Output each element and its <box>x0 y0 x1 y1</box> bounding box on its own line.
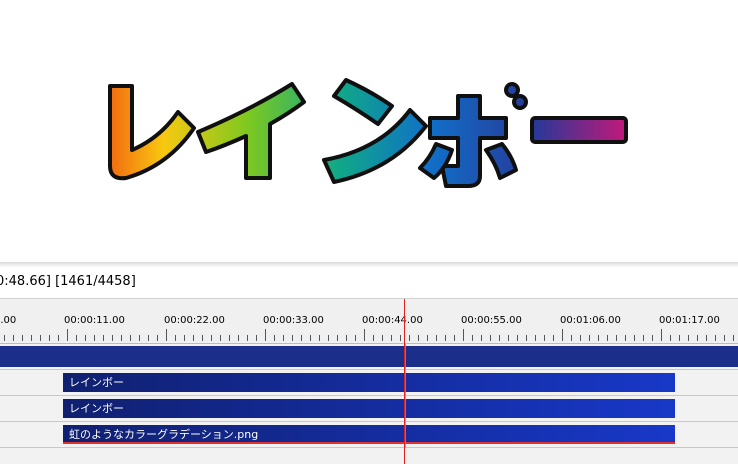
preview-canvas[interactable] <box>0 0 738 262</box>
ruler-label: 00:00:44.00 <box>362 315 423 326</box>
ruler-label: 00:01:17.00 <box>659 315 720 326</box>
scene-object-bar[interactable] <box>0 346 738 367</box>
ruler-label: 00:00:11.00 <box>64 315 125 326</box>
clip-selection-underline <box>63 442 675 444</box>
ruler-label: 00:00:33.00 <box>263 315 324 326</box>
layer-row-3[interactable]: 虹のようなカラーグラデーション.png <box>0 422 738 448</box>
layer-row-4[interactable] <box>0 448 738 464</box>
layer-row-2[interactable]: レインボー <box>0 396 738 422</box>
ruler-label: 00:01:06.00 <box>560 315 621 326</box>
timeline-status-bar: 0:48.66] [1461/4458] <box>0 268 738 299</box>
layer-row-1[interactable]: レインボー <box>0 370 738 396</box>
ruler-label: 00:00:55.00 <box>461 315 522 326</box>
playhead-cursor[interactable] <box>404 299 405 464</box>
preview-text-graphic <box>108 78 628 188</box>
text-object-clip[interactable]: レインボー <box>63 399 675 418</box>
time-ruler[interactable]: 0.00 00:00:11.00 00:00:22.00 00:00:33.00… <box>0 299 738 344</box>
image-object-clip[interactable]: 虹のようなカラーグラデーション.png <box>63 425 675 444</box>
ruler-label: 00:00:22.00 <box>164 315 225 326</box>
image-clip-label: 虹のようなカラーグラデーション.png <box>69 428 259 441</box>
ruler-label: 0.00 <box>0 315 17 326</box>
timeline-panel[interactable]: 0.00 00:00:11.00 00:00:22.00 00:00:33.00… <box>0 299 738 464</box>
layer-row-scene[interactable] <box>0 344 738 370</box>
frame-position-readout: 0:48.66] [1461/4458] <box>0 274 136 289</box>
text-object-clip[interactable]: レインボー <box>63 373 675 392</box>
secondary-marker-line <box>405 344 406 448</box>
